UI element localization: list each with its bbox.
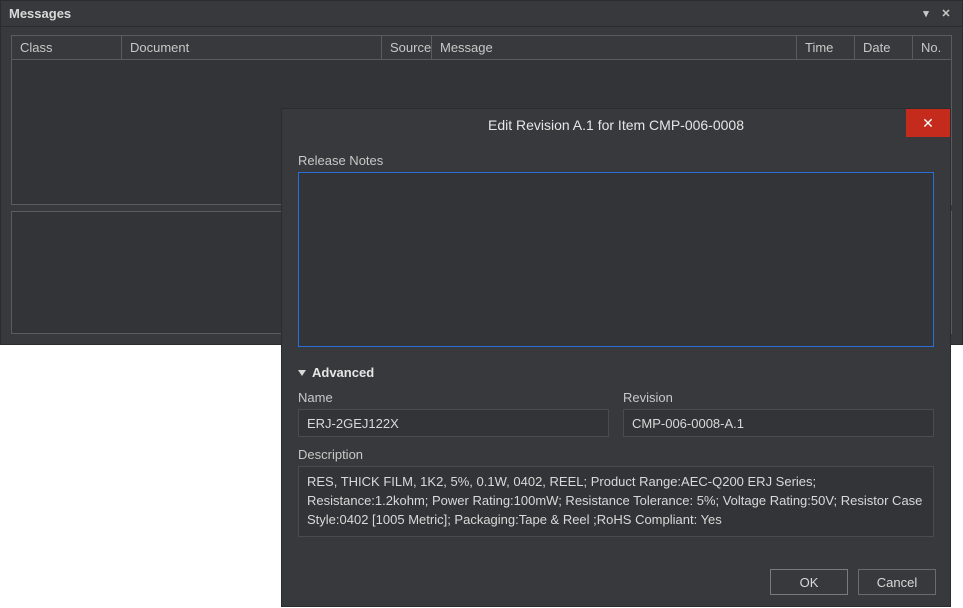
panel-dropdown-icon[interactable]: ▾ [918,6,934,22]
col-header-time[interactable]: Time [797,36,855,59]
dialog-body: Release Notes Advanced Name Revision Des… [282,141,950,558]
name-field: Name [298,390,609,437]
advanced-section-toggle[interactable]: Advanced [298,365,934,380]
close-icon: ✕ [922,116,934,130]
dialog-titlebar: Edit Revision A.1 for Item CMP-006-0008 … [282,109,950,141]
dialog-footer: OK Cancel [282,558,950,606]
dialog-close-button[interactable]: ✕ [906,109,950,137]
messages-panel-title: Messages [9,6,71,21]
col-header-source[interactable]: Source [382,36,432,59]
messages-column-headers: Class Document Source Message Time Date … [12,36,951,60]
chevron-down-icon [298,370,306,376]
description-field: Description RES, THICK FILM, 1K2, 5%, 0.… [298,447,934,558]
name-input[interactable] [298,409,609,437]
name-revision-row: Name Revision [298,390,934,437]
release-notes-label: Release Notes [298,153,934,168]
messages-panel-header: Messages ▾ ✕ [1,1,962,27]
advanced-section-label: Advanced [312,365,374,380]
dialog-title-text: Edit Revision A.1 for Item CMP-006-0008 [488,117,744,133]
description-label: Description [298,447,934,462]
ok-button[interactable]: OK [770,569,848,595]
col-header-document[interactable]: Document [122,36,382,59]
revision-label: Revision [623,390,934,405]
description-box[interactable]: RES, THICK FILM, 1K2, 5%, 0.1W, 0402, RE… [298,466,934,537]
panel-close-icon[interactable]: ✕ [938,6,954,22]
revision-input[interactable] [623,409,934,437]
release-notes-input[interactable] [298,172,934,347]
col-header-message[interactable]: Message [432,36,797,59]
col-header-date[interactable]: Date [855,36,913,59]
cancel-button[interactable]: Cancel [858,569,936,595]
revision-field: Revision [623,390,934,437]
col-header-class[interactable]: Class [12,36,122,59]
col-header-no[interactable]: No. [913,36,951,59]
edit-revision-dialog: Edit Revision A.1 for Item CMP-006-0008 … [281,108,951,607]
name-label: Name [298,390,609,405]
